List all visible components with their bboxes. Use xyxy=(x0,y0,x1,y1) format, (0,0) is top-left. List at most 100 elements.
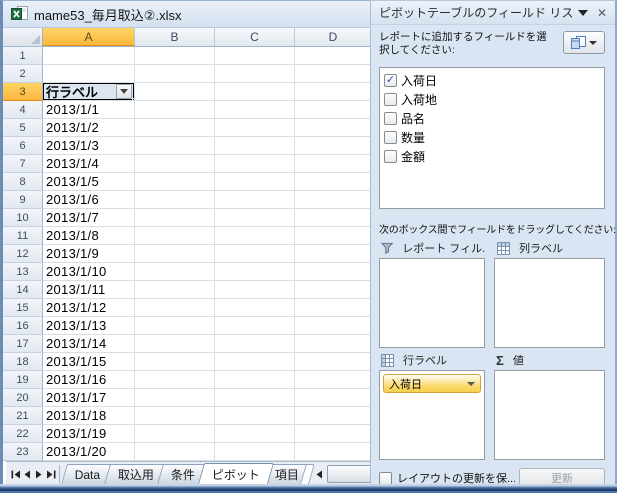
row-header-18[interactable]: 18 xyxy=(3,353,43,371)
cell-D7[interactable] xyxy=(295,155,372,173)
cell-D8[interactable] xyxy=(295,173,372,191)
cell-B19[interactable] xyxy=(135,371,215,389)
cell-C8[interactable] xyxy=(215,173,295,191)
row-header-22[interactable]: 22 xyxy=(3,425,43,443)
cell-B1[interactable] xyxy=(135,47,215,65)
cell-A17[interactable]: 2013/1/14 xyxy=(43,335,135,353)
row-header-17[interactable]: 17 xyxy=(3,335,43,353)
column-header-A[interactable]: A xyxy=(43,28,135,46)
cell-B6[interactable] xyxy=(135,137,215,155)
cell-C22[interactable] xyxy=(215,425,295,443)
cell-D10[interactable] xyxy=(295,209,372,227)
cell-C21[interactable] xyxy=(215,407,295,425)
cell-B10[interactable] xyxy=(135,209,215,227)
cell-A9[interactable]: 2013/1/6 xyxy=(43,191,135,209)
row-header-3[interactable]: 3 xyxy=(3,83,43,101)
row-header-19[interactable]: 19 xyxy=(3,371,43,389)
cell-A6[interactable]: 2013/1/3 xyxy=(43,137,135,155)
panel-titlebar[interactable]: ピボットテーブルのフィールド リス ✕ xyxy=(371,1,615,25)
cell-D21[interactable] xyxy=(295,407,372,425)
cell-C12[interactable] xyxy=(215,245,295,263)
zone-values-box[interactable] xyxy=(494,370,605,460)
cell-C13[interactable] xyxy=(215,263,295,281)
cell-C6[interactable] xyxy=(215,137,295,155)
field-checkbox[interactable] xyxy=(384,112,397,125)
row-header-21[interactable]: 21 xyxy=(3,407,43,425)
cell-D20[interactable] xyxy=(295,389,372,407)
cell-C4[interactable] xyxy=(215,101,295,119)
cell-C18[interactable] xyxy=(215,353,295,371)
cell-B15[interactable] xyxy=(135,299,215,317)
field-item[interactable]: ✓ 入荷日 xyxy=(380,71,604,90)
cell-A22[interactable]: 2013/1/19 xyxy=(43,425,135,443)
field-item[interactable]: 入荷地 xyxy=(380,90,604,109)
cell-D19[interactable] xyxy=(295,371,372,389)
cell-D17[interactable] xyxy=(295,335,372,353)
cell-B9[interactable] xyxy=(135,191,215,209)
cell-B18[interactable] xyxy=(135,353,215,371)
workbook-titlebar[interactable]: mame53_毎月取込②.xlsx xyxy=(3,1,372,28)
cell-B3[interactable] xyxy=(135,83,215,101)
cell-A13[interactable]: 2013/1/10 xyxy=(43,263,135,281)
horizontal-scrollbar-thumb[interactable] xyxy=(327,465,373,483)
autofilter-dropdown-button[interactable] xyxy=(116,84,132,99)
row-header-1[interactable]: 1 xyxy=(3,47,43,65)
row-header-6[interactable]: 6 xyxy=(3,137,43,155)
zone-field-pill[interactable]: 入荷日 xyxy=(383,374,482,393)
tab-nav-last-button[interactable] xyxy=(45,465,57,484)
row-header-2[interactable]: 2 xyxy=(3,65,43,83)
cell-D18[interactable] xyxy=(295,353,372,371)
cell-A2[interactable] xyxy=(43,65,135,83)
cell-B12[interactable] xyxy=(135,245,215,263)
row-header-15[interactable]: 15 xyxy=(3,299,43,317)
cell-A12[interactable]: 2013/1/9 xyxy=(43,245,135,263)
sheet-tab-ピボット[interactable]: ピボット xyxy=(197,463,274,484)
row-header-11[interactable]: 11 xyxy=(3,227,43,245)
cell-A20[interactable]: 2013/1/17 xyxy=(43,389,135,407)
cell-B22[interactable] xyxy=(135,425,215,443)
tab-nav-prev-button[interactable] xyxy=(22,465,34,484)
cell-D9[interactable] xyxy=(295,191,372,209)
tab-scroll-left-icon[interactable] xyxy=(314,465,325,484)
cell-C20[interactable] xyxy=(215,389,295,407)
row-header-4[interactable]: 4 xyxy=(3,101,43,119)
fill-handle[interactable] xyxy=(132,98,134,100)
field-item[interactable]: 数量 xyxy=(380,128,604,147)
cell-A11[interactable]: 2013/1/8 xyxy=(43,227,135,245)
column-header-D[interactable]: D xyxy=(295,28,372,46)
row-header-20[interactable]: 20 xyxy=(3,389,43,407)
cell-D11[interactable] xyxy=(295,227,372,245)
cell-D23[interactable] xyxy=(295,443,372,461)
panel-menu-caret-icon[interactable] xyxy=(577,9,588,16)
defer-layout-checkbox[interactable] xyxy=(379,471,392,485)
cell-B2[interactable] xyxy=(135,65,215,83)
cell-B4[interactable] xyxy=(135,101,215,119)
cell-D14[interactable] xyxy=(295,281,372,299)
cell-C16[interactable] xyxy=(215,317,295,335)
cell-D2[interactable] xyxy=(295,65,372,83)
cell-D3[interactable] xyxy=(295,83,372,101)
cell-B11[interactable] xyxy=(135,227,215,245)
row-header-14[interactable]: 14 xyxy=(3,281,43,299)
cell-A5[interactable]: 2013/1/2 xyxy=(43,119,135,137)
cell-C17[interactable] xyxy=(215,335,295,353)
field-item[interactable]: 品名 xyxy=(380,109,604,128)
row-header-23[interactable]: 23 xyxy=(3,443,43,461)
zone-report-filter-box[interactable] xyxy=(379,258,486,348)
field-item[interactable]: 金額 xyxy=(380,147,604,166)
cell-A23[interactable]: 2013/1/20 xyxy=(43,443,135,461)
cell-B17[interactable] xyxy=(135,335,215,353)
cell-D6[interactable] xyxy=(295,137,372,155)
column-header-B[interactable]: B xyxy=(135,28,215,46)
column-header-C[interactable]: C xyxy=(215,28,295,46)
cell-D5[interactable] xyxy=(295,119,372,137)
cell-C5[interactable] xyxy=(215,119,295,137)
cell-D22[interactable] xyxy=(295,425,372,443)
field-checkbox[interactable]: ✓ xyxy=(384,74,397,87)
cell-C19[interactable] xyxy=(215,371,295,389)
cell-C11[interactable] xyxy=(215,227,295,245)
cell-C1[interactable] xyxy=(215,47,295,65)
cell-C10[interactable] xyxy=(215,209,295,227)
zone-row-labels-box[interactable]: 入荷日 xyxy=(379,370,486,460)
field-checkbox[interactable] xyxy=(384,131,397,144)
